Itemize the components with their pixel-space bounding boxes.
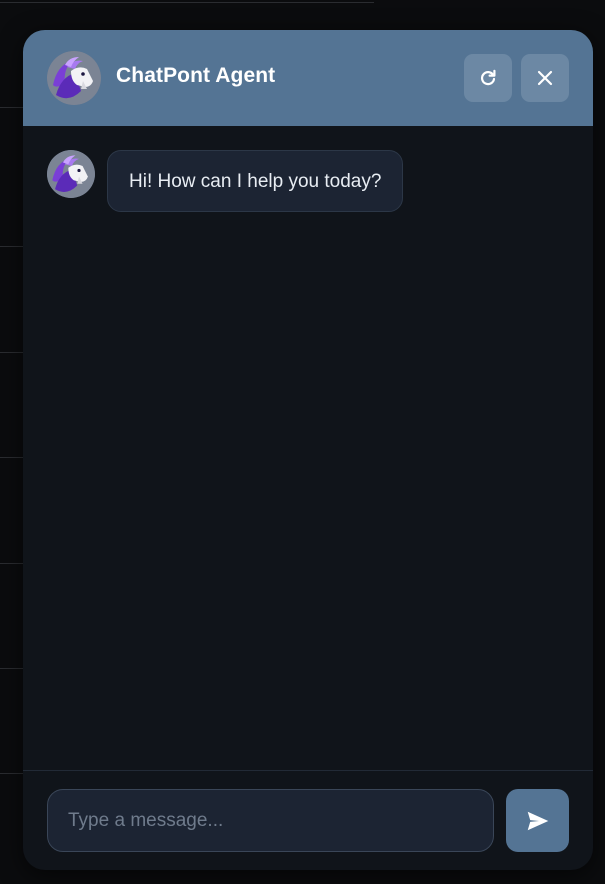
chat-widget: ChatPont Agent Hi! How can I help you to… — [23, 30, 593, 870]
message-composer — [23, 771, 593, 870]
message-avatar — [47, 150, 95, 198]
close-button[interactable] — [521, 54, 569, 102]
background-divider — [0, 668, 24, 669]
background-divider — [0, 2, 374, 3]
background-divider — [0, 563, 24, 564]
message-list: Hi! How can I help you today? — [23, 126, 593, 770]
background-divider — [0, 107, 24, 108]
background-divider — [0, 773, 24, 774]
message-bubble: Hi! How can I help you today? — [107, 150, 404, 212]
send-button[interactable] — [506, 789, 569, 852]
chat-header: ChatPont Agent — [23, 30, 593, 126]
background-divider — [0, 457, 24, 458]
background-divider — [0, 352, 24, 353]
refresh-button[interactable] — [464, 54, 512, 102]
close-icon — [537, 70, 553, 86]
message-input[interactable] — [47, 789, 494, 852]
goat-avatar-icon — [47, 51, 101, 105]
goat-avatar-icon — [47, 150, 95, 198]
send-icon — [527, 811, 548, 830]
background-divider — [0, 246, 24, 247]
agent-name: ChatPont Agent — [116, 64, 276, 87]
agent-avatar — [47, 51, 101, 105]
refresh-icon — [480, 69, 496, 86]
